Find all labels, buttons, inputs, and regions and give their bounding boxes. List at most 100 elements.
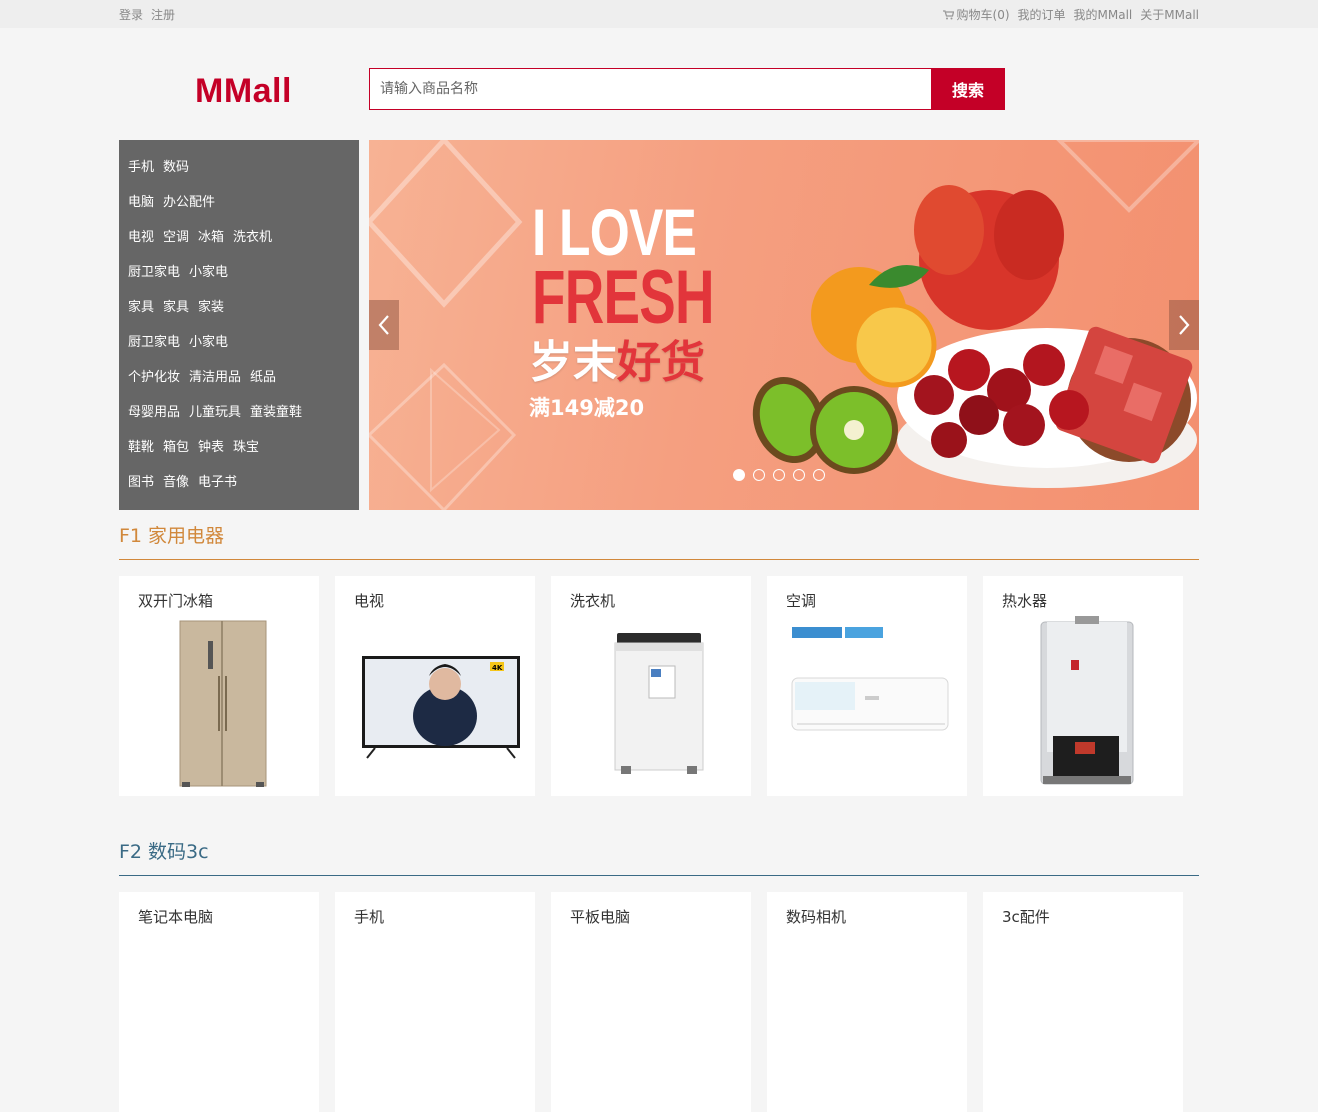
product-card[interactable]: 洗衣机 bbox=[551, 576, 751, 796]
air-conditioner-image bbox=[791, 627, 949, 731]
my-orders-link[interactable]: 我的订单 bbox=[1018, 6, 1066, 23]
category-link[interactable]: 厨卫家电 bbox=[128, 335, 180, 350]
category-link[interactable]: 小家电 bbox=[189, 265, 228, 280]
water-heater-image bbox=[1040, 616, 1134, 785]
category-link[interactable]: 图书 bbox=[128, 475, 154, 490]
login-link[interactable]: 登录 bbox=[119, 6, 143, 23]
category-row: 电视 空调 冰箱 洗衣机 bbox=[119, 227, 359, 262]
carousel-next-button[interactable] bbox=[1169, 300, 1199, 350]
about-link[interactable]: 关于MMall bbox=[1140, 6, 1199, 23]
category-row: 鞋靴 箱包 钟表 珠宝 bbox=[119, 437, 359, 472]
product-name: 平板电脑 bbox=[570, 908, 631, 926]
banner-decoration bbox=[369, 140, 1199, 510]
category-row: 图书 音像 电子书 bbox=[119, 472, 359, 507]
tv-image: 4K bbox=[362, 656, 520, 759]
product-card[interactable]: 笔记本电脑 bbox=[119, 892, 319, 1112]
cart-icon bbox=[942, 10, 954, 20]
product-card[interactable]: 3c配件 bbox=[983, 892, 1183, 1112]
crab-illustration bbox=[914, 185, 1064, 330]
floor-title[interactable]: F2 数码3c bbox=[119, 826, 1199, 876]
product-name: 笔记本电脑 bbox=[138, 908, 214, 926]
product-name: 热水器 bbox=[1002, 592, 1048, 610]
category-link[interactable]: 儿童玩具 bbox=[189, 405, 241, 420]
floor-home-appliances: F1 家用电器 双开门冰箱 电视 4K 洗衣机 空调 热水器 bbox=[119, 510, 1199, 796]
floor-title[interactable]: F1 家用电器 bbox=[119, 510, 1199, 560]
product-card[interactable]: 平板电脑 bbox=[551, 892, 751, 1112]
category-link[interactable]: 纸品 bbox=[250, 370, 276, 385]
category-link[interactable]: 童装童鞋 bbox=[250, 405, 302, 420]
category-link[interactable]: 手机 bbox=[128, 160, 154, 175]
category-link[interactable]: 电子书 bbox=[198, 475, 237, 490]
category-link[interactable]: 数码 bbox=[163, 160, 189, 175]
product-card[interactable]: 电视 4K bbox=[335, 576, 535, 796]
carousel-prev-button[interactable] bbox=[369, 300, 399, 350]
refrigerator-image bbox=[179, 620, 267, 787]
product-card-row: 笔记本电脑 手机 平板电脑 数码相机 3c配件 bbox=[119, 892, 1199, 1112]
product-card[interactable]: 空调 bbox=[767, 576, 967, 796]
cart-label: 购物车(0) bbox=[956, 8, 1010, 22]
header: MMall 搜索 bbox=[119, 28, 1199, 140]
category-link[interactable]: 母婴用品 bbox=[128, 405, 180, 420]
category-link[interactable]: 家装 bbox=[198, 300, 224, 315]
top-bar: 登录 注册 购物车(0) 我的订单 我的MMall 关于MMall bbox=[0, 0, 1318, 28]
orange-illustration bbox=[811, 265, 937, 388]
category-link[interactable]: 家具 bbox=[128, 300, 154, 315]
banner-carousel[interactable]: I LOVE FRESH 岁末好货 满149减20 bbox=[369, 140, 1199, 510]
my-mmall-link[interactable]: 我的MMall bbox=[1074, 6, 1133, 23]
category-link[interactable]: 家具 bbox=[163, 300, 189, 315]
product-card[interactable]: 热水器 bbox=[983, 576, 1183, 796]
banner-slogan-a: 岁末 bbox=[529, 337, 617, 388]
search-bar: 搜索 bbox=[369, 68, 1005, 110]
chevron-right-icon bbox=[1179, 315, 1190, 335]
banner-slogan: 岁末好货 bbox=[529, 326, 705, 390]
category-row: 母婴用品 儿童玩具 童装童鞋 bbox=[119, 402, 359, 437]
carousel-dot[interactable] bbox=[773, 469, 785, 481]
product-card-row: 双开门冰箱 电视 4K 洗衣机 空调 热水器 bbox=[119, 576, 1199, 796]
carousel-dot[interactable] bbox=[813, 469, 825, 481]
category-row: 个护化妆 清洁用品 纸品 bbox=[119, 367, 359, 402]
category-link[interactable]: 电脑 bbox=[128, 195, 154, 210]
category-link[interactable]: 个护化妆 bbox=[128, 370, 180, 385]
product-name: 手机 bbox=[354, 908, 385, 926]
category-link[interactable]: 办公配件 bbox=[163, 195, 215, 210]
category-link[interactable]: 音像 bbox=[163, 475, 189, 490]
category-row: 家具 家具 家装 bbox=[119, 297, 359, 332]
category-link[interactable]: 空调 bbox=[163, 230, 189, 245]
search-input[interactable] bbox=[369, 68, 931, 110]
carousel-dot[interactable] bbox=[793, 469, 805, 481]
product-name: 空调 bbox=[786, 592, 817, 610]
main-area: 手机 数码 电脑 办公配件 电视 空调 冰箱 洗衣机 厨卫家电 小家电 家具 家具 家装 厨卫家电 小家电个… bbox=[119, 140, 1199, 510]
category-row: 电脑 办公配件 bbox=[119, 192, 359, 227]
register-link[interactable]: 注册 bbox=[151, 6, 175, 23]
category-link[interactable]: 小家电 bbox=[189, 335, 228, 350]
product-name: 数码相机 bbox=[786, 908, 847, 926]
category-link[interactable]: 电视 bbox=[128, 230, 154, 245]
product-card[interactable]: 双开门冰箱 bbox=[119, 576, 319, 796]
category-link[interactable]: 钟表 bbox=[198, 440, 224, 455]
cart-link[interactable]: 购物车(0) bbox=[942, 6, 1010, 23]
logo[interactable]: MMall bbox=[195, 72, 292, 111]
category-link[interactable]: 箱包 bbox=[163, 440, 189, 455]
product-card[interactable]: 数码相机 bbox=[767, 892, 967, 1112]
product-name: 电视 bbox=[354, 592, 385, 610]
category-link[interactable]: 冰箱 bbox=[198, 230, 224, 245]
product-name: 双开门冰箱 bbox=[138, 592, 214, 610]
category-link[interactable]: 鞋靴 bbox=[128, 440, 154, 455]
banner-slogan-b: 好货 bbox=[617, 337, 705, 388]
category-link[interactable]: 厨卫家电 bbox=[128, 265, 180, 280]
carousel-dot[interactable] bbox=[733, 469, 745, 481]
category-nav: 手机 数码 电脑 办公配件 电视 空调 冰箱 洗衣机 厨卫家电 小家电 家具 家具 家装 厨卫家电 小家电个… bbox=[119, 140, 359, 510]
chevron-left-icon bbox=[378, 315, 389, 335]
category-link[interactable]: 珠宝 bbox=[233, 440, 259, 455]
category-link[interactable]: 清洁用品 bbox=[189, 370, 241, 385]
category-row: 厨卫家电 小家电 bbox=[119, 332, 359, 367]
category-row: 手机 数码 bbox=[119, 157, 359, 192]
floor-digital: F2 数码3c 笔记本电脑 手机 平板电脑 数码相机 3c配件 bbox=[119, 826, 1199, 1112]
category-row: 厨卫家电 小家电 bbox=[119, 262, 359, 297]
kiwi-illustration bbox=[752, 376, 898, 474]
category-link[interactable]: 洗衣机 bbox=[233, 230, 272, 245]
carousel-indicators bbox=[733, 469, 825, 481]
search-button[interactable]: 搜索 bbox=[931, 68, 1005, 110]
carousel-dot[interactable] bbox=[753, 469, 765, 481]
product-card[interactable]: 手机 bbox=[335, 892, 535, 1112]
